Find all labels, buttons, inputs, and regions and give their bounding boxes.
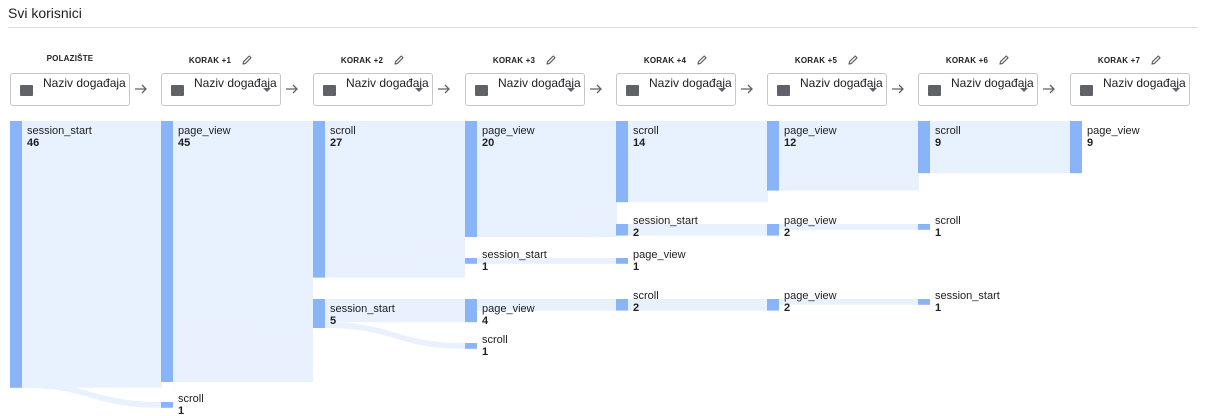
- node-bar-page-view[interactable]: [1070, 121, 1082, 174]
- flow-link[interactable]: [325, 121, 465, 237]
- node-bar-page-view[interactable]: [767, 299, 779, 311]
- node-value-label: 20: [482, 137, 494, 149]
- node-bar-page-view[interactable]: [767, 121, 779, 191]
- node-value-label: 9: [1087, 137, 1093, 149]
- node-value-label: 12: [784, 137, 796, 149]
- node-name-label: page_view: [482, 125, 535, 137]
- node-name-label: page_view: [633, 249, 686, 261]
- node-bar-scroll[interactable]: [465, 343, 477, 349]
- node-bar-session-start[interactable]: [10, 121, 22, 388]
- path-exploration-chart: session_start46page_view45scroll1scroll2…: [10, 121, 1140, 416]
- node-bar-session-start[interactable]: [616, 224, 628, 236]
- node-value-label: 2: [784, 302, 790, 314]
- node-name-label: page_view: [784, 215, 837, 227]
- node-bar-session-start[interactable]: [313, 299, 325, 328]
- node-name-label: scroll: [935, 125, 961, 137]
- node-name-label: scroll: [633, 290, 659, 302]
- node-bar-scroll[interactable]: [313, 121, 325, 278]
- node-value-label: 45: [178, 137, 190, 149]
- node-name-label: session_start: [27, 125, 92, 137]
- node-name-label: page_view: [178, 125, 231, 137]
- node-bar-scroll[interactable]: [918, 121, 930, 174]
- node-name-label: scroll: [178, 393, 204, 405]
- node-value-label: 1: [482, 261, 488, 273]
- node-name-label: session_start: [330, 303, 395, 315]
- node-value-label: 27: [330, 137, 342, 149]
- node-value-label: 1: [935, 227, 941, 239]
- node-value-label: 1: [633, 261, 639, 273]
- node-value-label: 2: [633, 302, 639, 314]
- node-value-label: 2: [784, 227, 790, 239]
- node-name-label: session_start: [633, 215, 698, 227]
- node-bar-scroll[interactable]: [616, 299, 628, 311]
- node-name-label: page_view: [482, 303, 535, 315]
- node-value-label: 14: [633, 137, 646, 149]
- node-name-label: session_start: [482, 249, 547, 261]
- node-value-label: 2: [633, 227, 639, 239]
- node-bar-page-view[interactable]: [616, 258, 628, 264]
- node-name-label: page_view: [784, 125, 837, 137]
- node-value-label: 9: [935, 137, 941, 149]
- node-bar-scroll[interactable]: [161, 402, 173, 408]
- node-bar-session-start[interactable]: [918, 299, 930, 305]
- node-name-label: scroll: [935, 215, 961, 227]
- node-name-label: scroll: [330, 125, 356, 137]
- node-bar-page-view[interactable]: [767, 224, 779, 236]
- node-bar-scroll[interactable]: [616, 121, 628, 203]
- node-value-label: 1: [178, 405, 184, 416]
- node-bar-page-view[interactable]: [465, 121, 477, 237]
- flow-link[interactable]: [173, 121, 313, 278]
- node-value-label: 5: [330, 315, 336, 327]
- node-name-label: page_view: [784, 290, 837, 302]
- node-name-label: session_start: [935, 290, 1000, 302]
- flow-link[interactable]: [325, 322, 465, 349]
- flow-link[interactable]: [22, 121, 161, 382]
- node-value-label: 46: [27, 137, 39, 149]
- node-value-label: 1: [935, 302, 941, 314]
- node-bar-page-view[interactable]: [465, 299, 477, 323]
- node-value-label: 1: [482, 346, 488, 358]
- node-value-label: 4: [482, 315, 489, 327]
- node-bar-session-start[interactable]: [465, 258, 477, 264]
- node-bar-scroll[interactable]: [918, 224, 930, 230]
- node-name-label: scroll: [482, 334, 508, 346]
- node-name-label: page_view: [1087, 125, 1140, 137]
- node-bar-page-view[interactable]: [161, 121, 173, 382]
- node-name-label: scroll: [633, 125, 659, 137]
